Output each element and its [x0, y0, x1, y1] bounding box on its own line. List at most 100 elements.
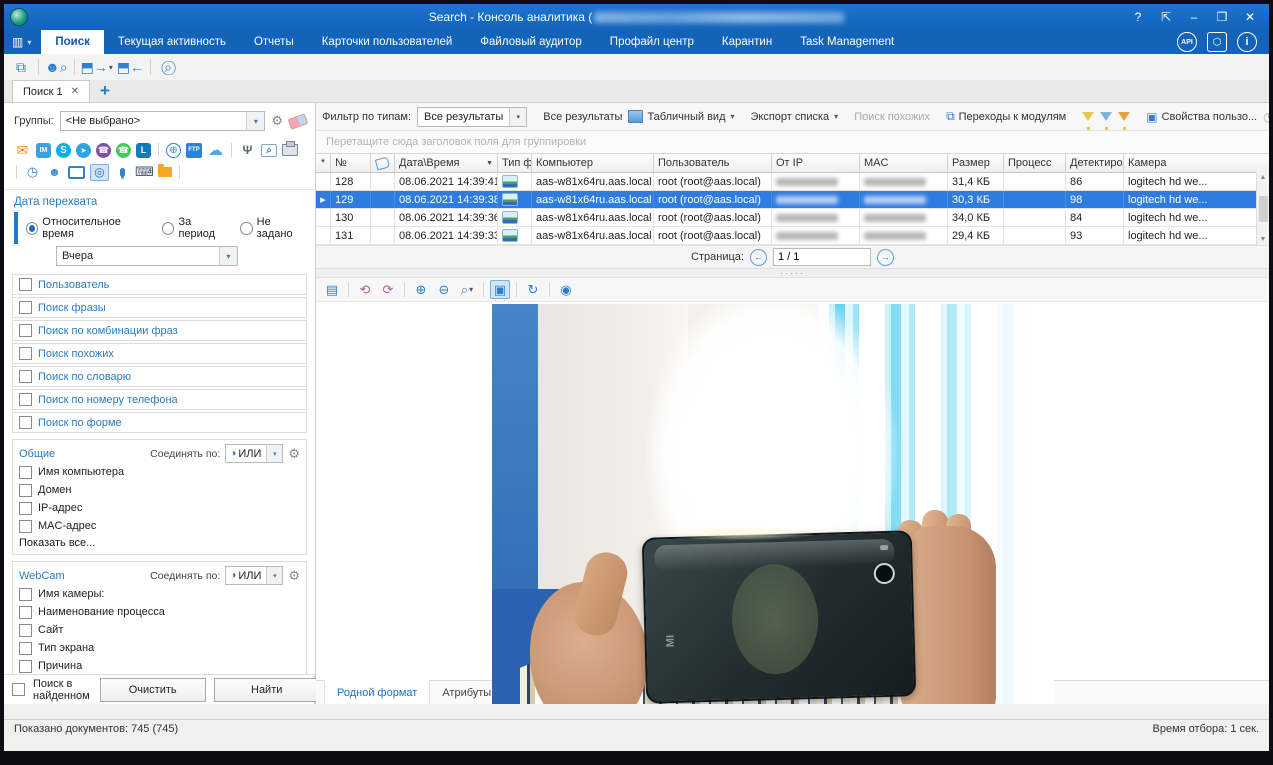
- pin-window-button[interactable]: ⇱: [1153, 7, 1179, 27]
- num-column-header[interactable]: №: [331, 154, 371, 172]
- find-button[interactable]: Найти: [214, 678, 320, 702]
- checkbox[interactable]: [19, 301, 32, 314]
- minimize-button[interactable]: –: [1181, 7, 1207, 27]
- checkbox[interactable]: [19, 416, 32, 429]
- import-folder-icon[interactable]: ⬒←: [117, 57, 144, 77]
- table-scrollbar[interactable]: ▲ ▼: [1256, 172, 1269, 245]
- webcam-site[interactable]: Сайт: [19, 621, 300, 639]
- microphone-icon[interactable]: [114, 165, 131, 180]
- computer-column-header[interactable]: Компьютер: [532, 154, 654, 172]
- webcam-process-name[interactable]: Наименование процесса: [19, 603, 300, 621]
- table-row[interactable]: 128 08.06.2021 14:39:41 aas-w81x64ru.aas…: [316, 173, 1269, 191]
- checkbox[interactable]: [19, 393, 32, 406]
- filter-phrase-combo[interactable]: Поиск по комбинации фраз: [12, 320, 307, 341]
- menu-tab-task-management[interactable]: Task Management: [786, 30, 908, 54]
- table-row[interactable]: 130 08.06.2021 14:39:36 aas-w81x64ru.aas…: [316, 209, 1269, 227]
- info-icon[interactable]: i: [1237, 32, 1257, 52]
- lync-icon[interactable]: [136, 143, 151, 158]
- view-eye-icon[interactable]: ◉: [556, 280, 576, 299]
- ip-column-header[interactable]: От IP: [772, 154, 860, 172]
- checkbox[interactable]: [19, 278, 32, 291]
- scroll-up-icon[interactable]: ▲: [1260, 174, 1267, 181]
- page-number-input[interactable]: [773, 248, 871, 266]
- user-search-icon[interactable]: ☻⌕: [45, 57, 68, 77]
- close-tab-icon[interactable]: ✕: [71, 86, 79, 97]
- radio-period[interactable]: За период: [162, 216, 228, 240]
- app-menu-button[interactable]: ▥▾: [4, 30, 41, 54]
- export-folder-icon[interactable]: ⬒→▾: [81, 57, 113, 77]
- webcam-icon[interactable]: [90, 164, 109, 181]
- common-ip[interactable]: IP-адрес: [19, 499, 300, 517]
- webcam-screen-type[interactable]: Тип экрана: [19, 639, 300, 657]
- detected-column-header[interactable]: Детектирова: [1066, 154, 1124, 172]
- prev-page-button[interactable]: ←: [750, 249, 767, 266]
- size-column-header[interactable]: Размер: [948, 154, 1004, 172]
- device-search-icon[interactable]: [261, 144, 277, 157]
- cascade-windows-icon[interactable]: ⧉: [10, 57, 32, 77]
- package-icon[interactable]: ⬡: [1207, 32, 1227, 52]
- checkbox[interactable]: [19, 606, 32, 619]
- restore-button[interactable]: ❐: [1209, 7, 1235, 27]
- join-by-select[interactable]: ◑ ИЛИ ▾: [225, 444, 283, 463]
- user-column-header[interactable]: Пользователь: [654, 154, 772, 172]
- menu-tab-file-auditor[interactable]: Файловый аудитор: [466, 30, 596, 54]
- help-button[interactable]: ?: [1125, 7, 1151, 27]
- fit-to-window-icon[interactable]: ▣: [490, 280, 510, 299]
- table-row[interactable]: 129 08.06.2021 14:39:38 aas-w81x64ru.aas…: [316, 191, 1269, 209]
- monitor-icon[interactable]: [68, 166, 85, 179]
- user-properties-button[interactable]: ▣Свойства пользо...: [1146, 110, 1257, 124]
- checkbox[interactable]: [19, 466, 32, 479]
- message-history-button[interactable]: ◷История переписки: [1263, 110, 1269, 124]
- save-image-icon[interactable]: ▤: [322, 280, 342, 299]
- common-computer-name[interactable]: Имя компьютера: [19, 463, 300, 481]
- checkbox[interactable]: [19, 484, 32, 497]
- files-icon[interactable]: [158, 167, 172, 177]
- filter-form[interactable]: Поиск по форме: [12, 412, 307, 433]
- api-icon[interactable]: API: [1177, 32, 1197, 52]
- tab-native-format[interactable]: Родной формат: [324, 680, 430, 704]
- webcam-camera-name[interactable]: Имя камеры:: [19, 585, 300, 603]
- skype-icon[interactable]: [56, 143, 71, 158]
- checkbox[interactable]: [19, 660, 32, 673]
- funnel-icon[interactable]: [1082, 112, 1094, 121]
- tab-search-1[interactable]: Поиск 1 ✕: [12, 80, 90, 102]
- filter-dictionary[interactable]: Поиск по словарю: [12, 366, 307, 387]
- gear-icon[interactable]: ⚙: [271, 113, 283, 129]
- printer-icon[interactable]: [282, 144, 298, 156]
- keylogger-icon[interactable]: [136, 165, 153, 180]
- close-button[interactable]: ✕: [1237, 7, 1263, 27]
- filter-similar[interactable]: Поиск похожих: [12, 343, 307, 364]
- funnel-clear-icon[interactable]: [1100, 112, 1112, 121]
- menu-tab-reports[interactable]: Отчеты: [240, 30, 308, 54]
- common-domain[interactable]: Домен: [19, 481, 300, 499]
- marker-column-header[interactable]: *: [316, 154, 331, 172]
- cloud-icon[interactable]: [207, 143, 224, 158]
- camera-column-header[interactable]: Камера: [1124, 154, 1269, 172]
- next-page-button[interactable]: →: [877, 249, 894, 266]
- search-by-id-icon[interactable]: ⌕⃝: [157, 57, 179, 77]
- gear-icon[interactable]: ⚙: [288, 568, 300, 584]
- http-icon[interactable]: [166, 143, 181, 158]
- mail-icon[interactable]: [14, 143, 31, 158]
- export-list-button[interactable]: Экспорт списка▾: [751, 111, 839, 123]
- tag-column-header[interactable]: [371, 154, 395, 172]
- menu-tab-user-cards[interactable]: Карточки пользователей: [308, 30, 467, 54]
- viber-icon[interactable]: [96, 143, 111, 158]
- checkbox[interactable]: [19, 588, 32, 601]
- groups-select[interactable]: <Не выбрано> ▾: [60, 111, 266, 131]
- filter-phone-number[interactable]: Поиск по номеру телефона: [12, 389, 307, 410]
- clock-icon[interactable]: [24, 165, 41, 180]
- zoom-level-dropdown[interactable]: ⌕▾: [457, 280, 477, 299]
- eraser-icon[interactable]: [288, 113, 309, 129]
- telegram-icon[interactable]: [76, 143, 91, 158]
- checkbox[interactable]: [19, 502, 32, 515]
- common-mac[interactable]: MAC-адрес: [19, 517, 300, 535]
- add-tab-button[interactable]: +: [100, 81, 110, 102]
- gear-icon[interactable]: ⚙: [288, 446, 300, 462]
- mac-column-header[interactable]: MAC: [860, 154, 948, 172]
- filter-phrase[interactable]: Поиск фразы: [12, 297, 307, 318]
- scroll-thumb[interactable]: [1259, 196, 1268, 222]
- checkbox[interactable]: [19, 347, 32, 360]
- show-all-link[interactable]: Показать все...: [19, 537, 300, 549]
- splitter-handle[interactable]: ·····: [316, 268, 1269, 278]
